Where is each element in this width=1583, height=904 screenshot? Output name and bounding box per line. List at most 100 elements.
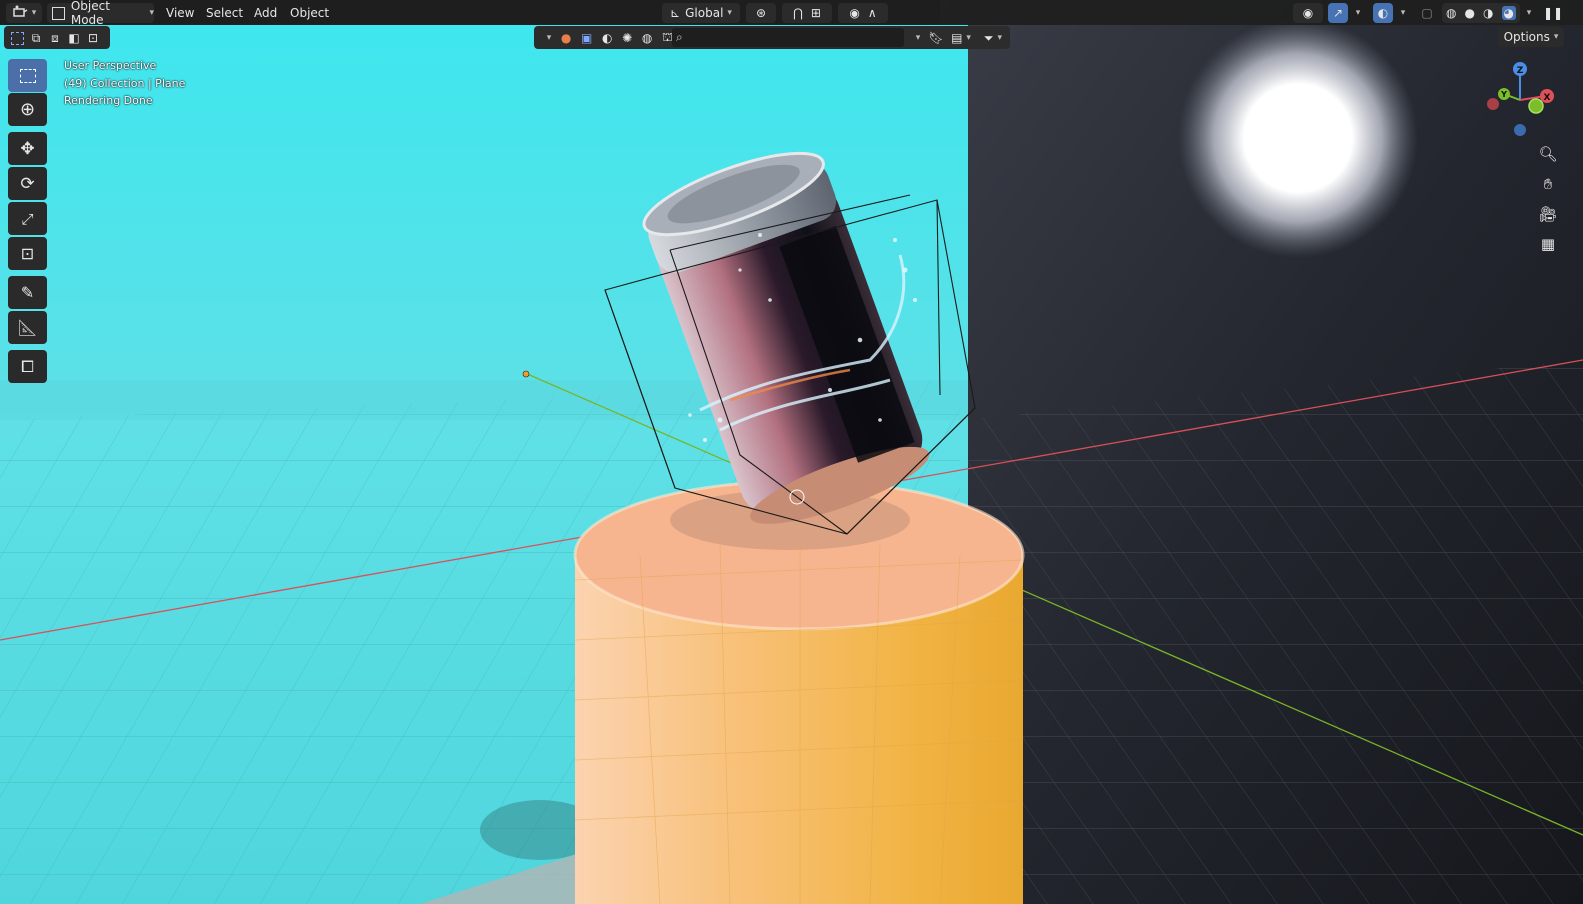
select-extend-button[interactable]: ⧉ <box>27 29 45 47</box>
zoom-button[interactable]: 🔍︎ <box>1534 141 1562 167</box>
pause-render-button[interactable]: ❚❚ <box>1542 3 1564 23</box>
bookmark-icon: 🔖︎ <box>928 31 944 45</box>
tool-scale[interactable]: ⤢ <box>8 202 47 235</box>
add-cube-icon: ⧠ <box>21 356 34 376</box>
menu-select[interactable]: Select <box>200 3 249 23</box>
transform-icon: ⊡ <box>20 244 35 263</box>
ortho-toggle-button[interactable]: ▦ <box>1534 231 1562 257</box>
shading-dropdown[interactable]: ▾ <box>1520 3 1534 23</box>
proportional-edit-toggle[interactable]: ◉ ∧ <box>838 3 888 23</box>
chevron-down-icon: ▾ <box>31 8 37 18</box>
xray-icon: ▢ <box>1421 6 1433 20</box>
cursor-icon: ⊕ <box>19 99 36 120</box>
material-shading-icon[interactable]: ◑ <box>1483 6 1493 20</box>
select-new-button[interactable] <box>8 29 26 47</box>
search-input[interactable]: ⌕ <box>672 28 904 47</box>
pivot-point-dropdown[interactable]: ⊛ <box>746 3 776 23</box>
tool-move[interactable]: ✥ <box>8 132 47 165</box>
move-icon: ✥ <box>20 138 35 159</box>
pivot-icon: ⊛ <box>755 6 767 20</box>
navigation-gizmo[interactable]: Z X Y <box>1480 58 1560 144</box>
chevron-down-icon: ▾ <box>1355 8 1361 18</box>
sun-light <box>1178 18 1418 258</box>
gizmo-z-neg-axis[interactable] <box>1514 124 1526 136</box>
editor-type-icon <box>12 5 28 22</box>
select-new-icon <box>10 31 24 45</box>
measure-icon: 📐︎ <box>17 318 38 337</box>
dark-floor-grid <box>960 360 1583 904</box>
chevron-down-icon: ▾ <box>727 8 732 18</box>
tool-rotate[interactable]: ⟳ <box>8 167 47 200</box>
world-icon[interactable]: ◍ <box>642 31 652 45</box>
gizmo-dropdown[interactable]: ▾ <box>1348 3 1364 23</box>
shading-mode-group[interactable]: ◍ ● ◑ ◕ <box>1442 3 1520 23</box>
funnel-filter-dropdown[interactable]: ⏷ ▾ <box>978 28 1008 48</box>
origin-point <box>522 370 530 378</box>
overlay-toggle[interactable]: ◐ <box>1373 3 1393 23</box>
transform-orientation-dropdown[interactable]: ⊾ Global ▾ <box>662 3 740 23</box>
pan-button[interactable]: ✋︎ <box>1534 171 1562 197</box>
light-icon[interactable]: ✺ <box>622 31 632 45</box>
viewport-3d[interactable] <box>0 0 1583 904</box>
gizmo-toggle[interactable]: ↗ <box>1328 3 1348 23</box>
color-wheel-icon[interactable]: ● <box>561 31 571 45</box>
select-invert-button[interactable]: ◧ <box>65 29 83 47</box>
mode-label: Object Mode <box>70 0 110 27</box>
select-box-icon <box>19 68 36 83</box>
chevron-down-icon: ▾ <box>149 8 154 18</box>
gizmo-y-label: Y <box>1500 90 1507 99</box>
blender-window: ▾ Object Mode ▾ View Select Add Object ⊾… <box>0 0 1583 904</box>
material-sphere-icon[interactable]: ◐ <box>602 31 612 45</box>
tool-measure[interactable]: 📐︎ <box>8 311 47 344</box>
wireframe-shading-icon[interactable]: ◍ <box>1446 6 1456 20</box>
gizmo-z-label: Z <box>1517 66 1524 76</box>
display-mode-icon: ▤ <box>951 31 963 45</box>
editor-type-button[interactable]: ▾ <box>6 3 42 23</box>
grid-icon: ▦ <box>1540 235 1556 253</box>
gizmo-x-label: X <box>1544 93 1551 103</box>
rotate-icon: ⟳ <box>20 173 35 194</box>
display-mode-dropdown[interactable]: ▤ ▾ <box>946 28 976 48</box>
select-intersect-icon: ⊡ <box>87 31 99 45</box>
menu-view[interactable]: View <box>160 3 200 23</box>
solid-shading-icon[interactable]: ● <box>1465 6 1475 20</box>
select-subtract-button[interactable]: ⧈ <box>46 29 64 47</box>
tool-select-box[interactable] <box>8 59 47 92</box>
tool-cursor[interactable]: ⊕ <box>8 93 47 126</box>
chevron-down-icon: ▾ <box>546 33 552 43</box>
chevron-down-icon: ▾ <box>1526 8 1532 18</box>
menu-object[interactable]: Object <box>284 3 335 23</box>
options-label: Options <box>1503 30 1550 44</box>
xray-toggle[interactable]: ▢ <box>1417 3 1437 23</box>
gizmo-x-neg-axis[interactable] <box>1487 98 1499 110</box>
tool-transform[interactable]: ⊡ <box>8 237 47 270</box>
gizmo-y-neg-axis[interactable] <box>1528 98 1544 114</box>
annotate-icon: ✎ <box>20 283 35 302</box>
menu-add[interactable]: Add <box>248 3 283 23</box>
select-intersect-button[interactable]: ⊡ <box>84 29 102 47</box>
rendered-shading-icon[interactable]: ◕ <box>1501 6 1516 20</box>
camera-view-button[interactable]: 🎥︎ <box>1534 201 1562 227</box>
mode-dropdown[interactable]: Object Mode ▾ <box>47 0 154 27</box>
snap-toggle[interactable]: ⋂ ⊞ <box>782 3 832 23</box>
overlay-dropdown[interactable]: ▾ <box>1393 3 1409 23</box>
falloff-curve-icon: ∧ <box>867 6 877 20</box>
orientation-label: Global <box>685 6 724 20</box>
chevron-down-icon: ▾ <box>915 33 921 43</box>
subheader-collapse[interactable]: ▾ <box>538 28 556 48</box>
bookmark-button[interactable]: 🔖︎ <box>926 28 946 48</box>
snap-increment-icon: ⊞ <box>810 6 821 20</box>
orientation-axes-icon: ⊾ <box>670 6 681 20</box>
visibility-dropdown[interactable]: ◉ <box>1293 3 1323 23</box>
object-filter-icon[interactable]: ▣ <box>581 31 592 45</box>
chevron-down-icon: ▾ <box>997 33 1003 43</box>
tool-annotate[interactable]: ✎ <box>8 276 47 309</box>
eye-icon: ◉ <box>1302 6 1314 20</box>
camera-icon: 🎥︎ <box>1538 205 1558 223</box>
tool-add-cube[interactable]: ⧠ <box>8 350 47 383</box>
object-type-filters[interactable]: ● ▣ ◐ ✺ ◍ ⛫ <box>556 28 678 48</box>
filter-dropdown[interactable]: ▾ <box>906 28 926 48</box>
options-dropdown[interactable]: Options ▾ <box>1498 27 1564 47</box>
hand-pan-icon: ✋︎ <box>1543 175 1553 193</box>
pause-icon: ❚❚ <box>1542 6 1564 20</box>
